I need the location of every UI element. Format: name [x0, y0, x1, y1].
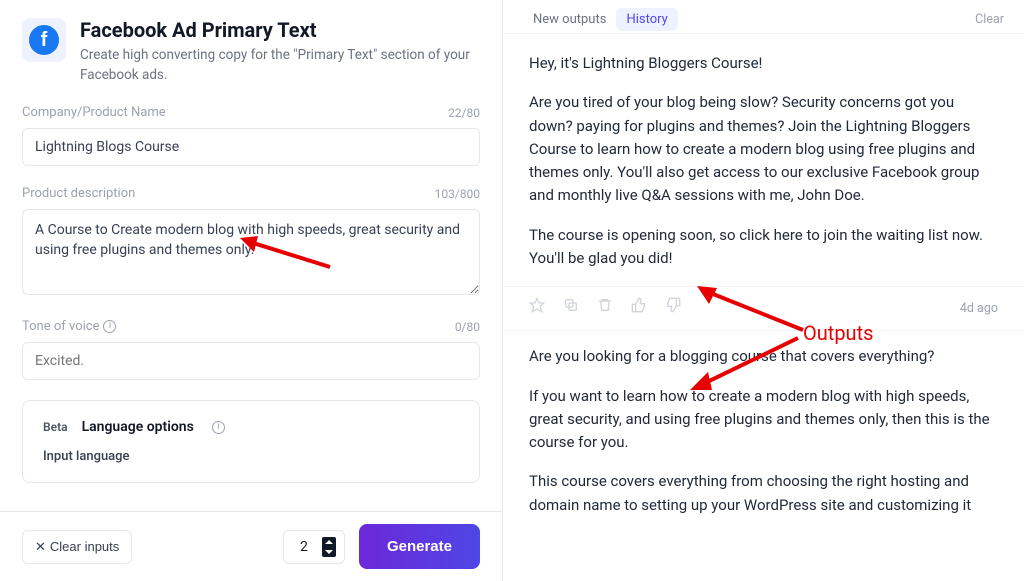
- clear-inputs-label: Clear inputs: [50, 539, 119, 554]
- info-icon: i: [212, 421, 225, 434]
- annotation-label: Outputs: [803, 321, 873, 345]
- template-icon-box: f: [22, 18, 66, 62]
- language-options-title: Language options: [82, 419, 194, 435]
- output-text: If you want to learn how to create a mod…: [529, 385, 998, 455]
- template-description: Create high converting copy for the "Pri…: [80, 46, 480, 85]
- right-panel: New outputs History Clear Hey, it's Ligh…: [503, 0, 1024, 581]
- left-footer: ✕ Clear inputs 2 Generate: [0, 511, 502, 581]
- app-root: f Facebook Ad Primary Text Create high c…: [0, 0, 1024, 581]
- thumbs-down-icon[interactable]: [665, 297, 681, 320]
- left-panel: f Facebook Ad Primary Text Create high c…: [0, 0, 503, 581]
- copy-icon[interactable]: [563, 297, 579, 320]
- product-description-field: Product description 103/800 A Course to …: [22, 186, 480, 299]
- output-item[interactable]: Are you looking for a blogging course th…: [529, 345, 998, 517]
- tone-field: Tone of voicei 0/80: [22, 319, 480, 380]
- left-scroll: f Facebook Ad Primary Text Create high c…: [0, 0, 502, 511]
- output-text: The course is opening soon, so click her…: [529, 224, 998, 271]
- tab-history[interactable]: History: [616, 8, 677, 31]
- thumbs-up-icon[interactable]: [631, 297, 647, 320]
- quantity-value: 2: [292, 539, 316, 555]
- tab-new-outputs[interactable]: New outputs: [523, 8, 616, 31]
- trash-icon[interactable]: [597, 297, 613, 320]
- facebook-icon: f: [29, 25, 59, 55]
- beta-badge: Beta: [43, 420, 68, 434]
- info-icon: i: [103, 320, 116, 333]
- star-icon[interactable]: [529, 297, 545, 320]
- output-text: Are you tired of your blog being slow? S…: [529, 91, 998, 207]
- product-description-input[interactable]: A Course to Create modern blog with high…: [22, 209, 480, 295]
- language-options-box: Beta Language options i Input language: [22, 400, 480, 483]
- clear-inputs-button[interactable]: ✕ Clear inputs: [22, 530, 132, 564]
- output-text: Are you looking for a blogging course th…: [529, 345, 998, 368]
- output-text: This course covers everything from choos…: [529, 470, 998, 517]
- output-tabs: New outputs History Clear: [503, 0, 1024, 34]
- product-description-char-count: 103/800: [435, 187, 480, 201]
- quantity-stepper[interactable]: 2: [283, 530, 345, 564]
- output-meta-row: 4d ago: [503, 286, 1024, 331]
- product-description-label: Product description: [22, 186, 135, 201]
- tone-label: Tone of voicei: [22, 319, 116, 334]
- input-language-label: Input language: [43, 449, 459, 464]
- x-icon: ✕: [35, 539, 46, 555]
- tone-char-count: 0/80: [455, 320, 480, 334]
- output-item[interactable]: Hey, it's Lightning Bloggers Course! Are…: [529, 52, 998, 270]
- output-age: 4d ago: [960, 299, 998, 318]
- company-label: Company/Product Name: [22, 105, 166, 120]
- template-title: Facebook Ad Primary Text: [80, 18, 480, 42]
- tone-input[interactable]: [22, 342, 480, 380]
- generate-button[interactable]: Generate: [359, 524, 480, 569]
- template-heading: Facebook Ad Primary Text Create high con…: [80, 18, 480, 85]
- clear-outputs-button[interactable]: Clear: [975, 12, 1004, 27]
- template-header: f Facebook Ad Primary Text Create high c…: [22, 18, 480, 85]
- company-field: Company/Product Name 22/80: [22, 105, 480, 166]
- outputs-list: Hey, it's Lightning Bloggers Course! Are…: [503, 34, 1024, 581]
- stepper-icon[interactable]: [322, 537, 336, 557]
- company-input[interactable]: [22, 128, 480, 166]
- output-text: Hey, it's Lightning Bloggers Course!: [529, 52, 998, 75]
- company-char-count: 22/80: [448, 106, 480, 120]
